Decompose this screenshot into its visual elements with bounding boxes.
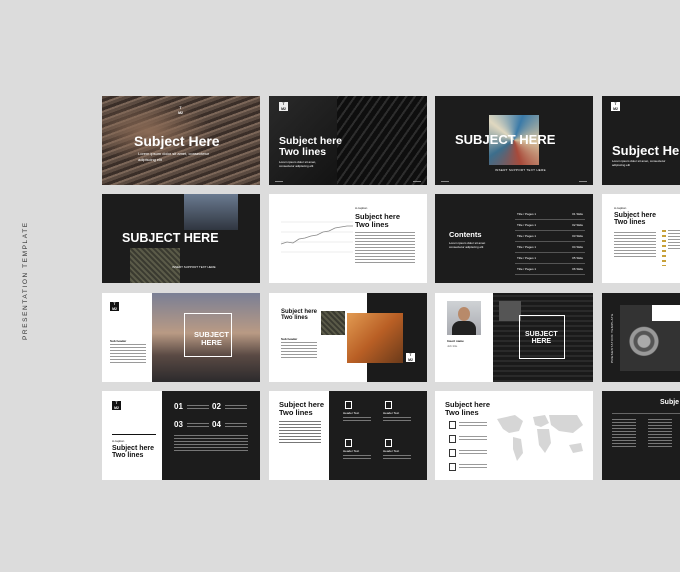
slide-subtitle: Lorem ipsum dolor sit amet, consectetur … [138, 151, 210, 162]
slide-thumbnail[interactable]: T M2 Subject here Two lines Lorem ipsum d… [269, 96, 427, 185]
brand-logo: T M2 [279, 102, 288, 111]
slide-thumbnail[interactable]: Contents Lorem ipsum dolor sit amet cons… [435, 194, 593, 283]
slide-thumbnail[interactable]: T M2 A caption Subject here Two lines 01 … [102, 391, 260, 480]
slide-subtitle: Lorem ipsum dolor sit amet consectetur a… [449, 241, 486, 250]
slide-thumbnail[interactable]: Subject here Two lines [435, 391, 593, 480]
image-placeholder [347, 313, 403, 363]
image-placeholder [321, 311, 345, 335]
slide-thumbnail[interactable]: A caption Subject here Two lines [269, 194, 427, 283]
slide-title: SUBJECT HERE [122, 231, 219, 245]
slide-thumbnail[interactable]: Insert name Job title SUBJECT HERE [435, 293, 593, 382]
slide-title: Subject here Two lines [445, 400, 491, 417]
slide-title: Subject here Two lines [112, 445, 155, 460]
document-icon [345, 401, 352, 409]
slide-title: Subject Here [134, 133, 220, 149]
slide-title: SUBJECT HERE [194, 330, 230, 347]
slide-caption: Sub header [110, 339, 127, 343]
slide-subtitle: INSERT SUPPORT TEXT HERE [172, 265, 216, 269]
brand-logo: T M2 [112, 401, 121, 410]
brand-logo: T M2 [110, 302, 119, 311]
slide-thumbnail[interactable]: Subject here Two lines Header Text Heade… [269, 391, 427, 480]
slide-thumbnail[interactable]: T M2 Subject Here Lorem ipsum dolor sit a… [102, 96, 260, 185]
slide-thumbnail[interactable]: SUBJECT HERE INSERT SUPPORT TEXT HERE [435, 96, 593, 185]
person-name: Insert name [447, 339, 464, 343]
brand-logo: T M2 [178, 106, 183, 115]
slide-title: Subject here Two lines [279, 400, 325, 417]
slide-title: Contents [449, 230, 482, 239]
slide-subtitle: Lorem ipsum dolor sit amet, consectetur … [279, 160, 317, 169]
brand-logo: T M2 [406, 353, 415, 362]
image-placeholder [447, 301, 481, 335]
slide-title: Subje [660, 399, 680, 406]
image-placeholder [184, 194, 238, 230]
slide-title: Subject here Two lines [279, 135, 343, 159]
side-label: PRESENTATION TEMPLATE [22, 221, 29, 340]
world-map [497, 415, 583, 461]
document-icon [385, 439, 392, 447]
line-chart [280, 221, 353, 253]
slide-thumbnail[interactable]: PRESENTATION TEMPLATE [602, 293, 680, 382]
slide-kicker: A caption [614, 206, 627, 210]
slide-subtitle: INSERT SUPPORT TEXT HERE [495, 168, 546, 172]
slide-thumbnail[interactable]: Subje [602, 391, 680, 480]
slide-title: Subject here Two lines [281, 309, 318, 322]
slide-kicker: A caption [112, 439, 125, 443]
slide-title: SUBJECT HERE [525, 331, 558, 346]
slide-thumbnail[interactable]: A caption Subject here Two lines [602, 194, 680, 283]
document-icon [345, 439, 352, 447]
person-role: Job title [447, 344, 458, 348]
slide-title: Subject He [612, 143, 680, 158]
slide-title: SUBJECT HERE [455, 132, 556, 147]
slide-title: PRESENTATION TEMPLATE [610, 313, 614, 363]
slide-title: Subject here Two lines [614, 212, 657, 227]
slide-title: Subject here Two lines [355, 212, 401, 229]
slide-thumbnail[interactable]: T M2 Sub header SUBJECT HERE [102, 293, 260, 382]
brand-logo: T M2 [611, 102, 620, 111]
slide-thumbnail[interactable]: T M2 Subject He Lorem ipsum dolor sit ame… [602, 96, 680, 185]
slide-thumbnail[interactable]: Subject here Two lines Sub header T M2 [269, 293, 427, 382]
slide-caption: Sub header [281, 337, 298, 341]
document-icon [385, 401, 392, 409]
slide-subtitle: Lorem ipsum dolor sit amet, consectetur … [612, 159, 666, 168]
slide-thumbnail[interactable]: SUBJECT HERE INSERT SUPPORT TEXT HERE [102, 194, 260, 283]
slide-kicker: A caption [355, 206, 368, 210]
